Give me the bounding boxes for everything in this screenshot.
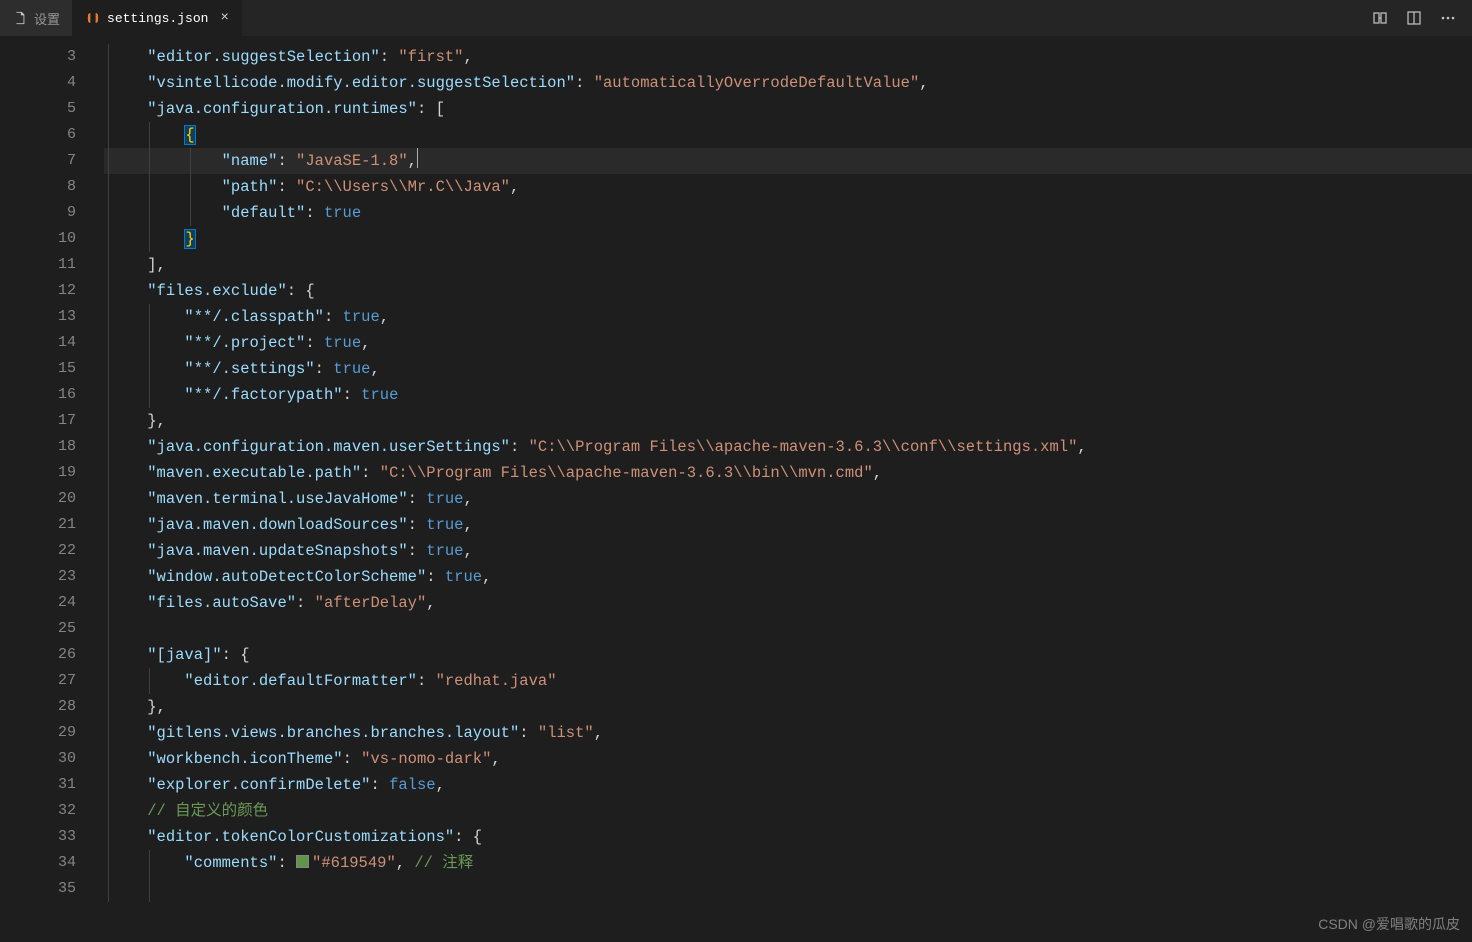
line-number: 24 <box>16 590 104 616</box>
tab-label: 设置 <box>34 9 60 28</box>
watermark: CSDN @爱唱歌的瓜皮 <box>1318 914 1460 934</box>
code-line[interactable]: "vsintellicode.modify.editor.suggestSele… <box>104 70 1472 96</box>
line-number: 18 <box>16 434 104 460</box>
code-line[interactable]: "java.maven.updateSnapshots": true, <box>104 538 1472 564</box>
line-number: 12 <box>16 278 104 304</box>
code-line[interactable]: "java.configuration.runtimes": [ <box>104 96 1472 122</box>
close-icon[interactable]: × <box>220 10 228 26</box>
code-line[interactable]: "editor.suggestSelection": "first", <box>104 44 1472 70</box>
code-line[interactable]: } <box>104 226 1472 252</box>
code-line[interactable]: "java.configuration.maven.userSettings":… <box>104 434 1472 460</box>
line-numbers: 3456789101112131415161718192021222324252… <box>16 36 104 942</box>
code-line[interactable]: // 自定义的颜色 <box>104 798 1472 824</box>
line-number: 26 <box>16 642 104 668</box>
line-number: 31 <box>16 772 104 798</box>
code-line[interactable]: "path": "C:\\Users\\Mr.C\\Java", <box>104 174 1472 200</box>
code-line[interactable]: { <box>104 122 1472 148</box>
line-number: 25 <box>16 616 104 642</box>
text-cursor <box>417 148 418 168</box>
line-number: 28 <box>16 694 104 720</box>
line-number: 23 <box>16 564 104 590</box>
line-number: 27 <box>16 668 104 694</box>
code-line[interactable]: "workbench.iconTheme": "vs-nomo-dark", <box>104 746 1472 772</box>
code-line[interactable] <box>104 616 1472 642</box>
glyph-margin <box>0 36 16 942</box>
line-number: 29 <box>16 720 104 746</box>
line-number: 32 <box>16 798 104 824</box>
code-line[interactable]: "gitlens.views.branches.branches.layout"… <box>104 720 1472 746</box>
code-line[interactable] <box>104 876 1472 902</box>
line-number: 35 <box>16 876 104 902</box>
tab-bar: 设置 settings.json × <box>0 0 1472 36</box>
code-line[interactable]: "java.maven.downloadSources": true, <box>104 512 1472 538</box>
editor-title-actions <box>1370 0 1472 36</box>
line-number: 22 <box>16 538 104 564</box>
file-icon <box>12 10 28 26</box>
line-number: 19 <box>16 460 104 486</box>
line-number: 7 <box>16 148 104 174</box>
line-number: 17 <box>16 408 104 434</box>
line-number: 21 <box>16 512 104 538</box>
code-line[interactable]: "editor.defaultFormatter": "redhat.java" <box>104 668 1472 694</box>
code-line[interactable]: }, <box>104 408 1472 434</box>
code-line[interactable]: "default": true <box>104 200 1472 226</box>
code-line[interactable]: "window.autoDetectColorScheme": true, <box>104 564 1472 590</box>
line-number: 5 <box>16 96 104 122</box>
split-editor-icon[interactable] <box>1404 8 1424 28</box>
code-editor[interactable]: "editor.suggestSelection": "first", "vsi… <box>104 36 1472 942</box>
code-line[interactable]: "files.autoSave": "afterDelay", <box>104 590 1472 616</box>
line-number: 6 <box>16 122 104 148</box>
tab-settings[interactable]: 设置 <box>0 0 73 36</box>
line-number: 8 <box>16 174 104 200</box>
code-line[interactable]: "files.exclude": { <box>104 278 1472 304</box>
code-line[interactable]: "**/.factorypath": true <box>104 382 1472 408</box>
more-icon[interactable] <box>1438 8 1458 28</box>
line-number: 15 <box>16 356 104 382</box>
tab-settings-json[interactable]: settings.json × <box>73 0 242 36</box>
line-number: 10 <box>16 226 104 252</box>
tab-label: settings.json <box>107 11 208 26</box>
line-number: 30 <box>16 746 104 772</box>
code-line[interactable]: "**/.project": true, <box>104 330 1472 356</box>
editor-area: 3456789101112131415161718192021222324252… <box>0 36 1472 942</box>
code-line[interactable]: "maven.terminal.useJavaHome": true, <box>104 486 1472 512</box>
line-number: 16 <box>16 382 104 408</box>
line-number: 33 <box>16 824 104 850</box>
code-line[interactable]: "editor.tokenColorCustomizations": { <box>104 824 1472 850</box>
code-line[interactable]: "comments": "#619549", // 注释 <box>104 850 1472 876</box>
line-number: 13 <box>16 304 104 330</box>
line-number: 20 <box>16 486 104 512</box>
code-line[interactable]: }, <box>104 694 1472 720</box>
code-line[interactable]: "name": "JavaSE-1.8", <box>104 148 1472 174</box>
line-number: 9 <box>16 200 104 226</box>
line-number: 4 <box>16 70 104 96</box>
code-line[interactable]: "**/.settings": true, <box>104 356 1472 382</box>
json-icon <box>85 10 101 26</box>
code-line[interactable]: "[java]": { <box>104 642 1472 668</box>
color-swatch <box>296 855 309 868</box>
code-line[interactable]: "**/.classpath": true, <box>104 304 1472 330</box>
code-line[interactable]: "explorer.confirmDelete": false, <box>104 772 1472 798</box>
line-number: 14 <box>16 330 104 356</box>
code-line[interactable]: ], <box>104 252 1472 278</box>
line-number: 34 <box>16 850 104 876</box>
line-number: 3 <box>16 44 104 70</box>
line-number: 11 <box>16 252 104 278</box>
code-line[interactable]: "maven.executable.path": "C:\\Program Fi… <box>104 460 1472 486</box>
compare-icon[interactable] <box>1370 8 1390 28</box>
